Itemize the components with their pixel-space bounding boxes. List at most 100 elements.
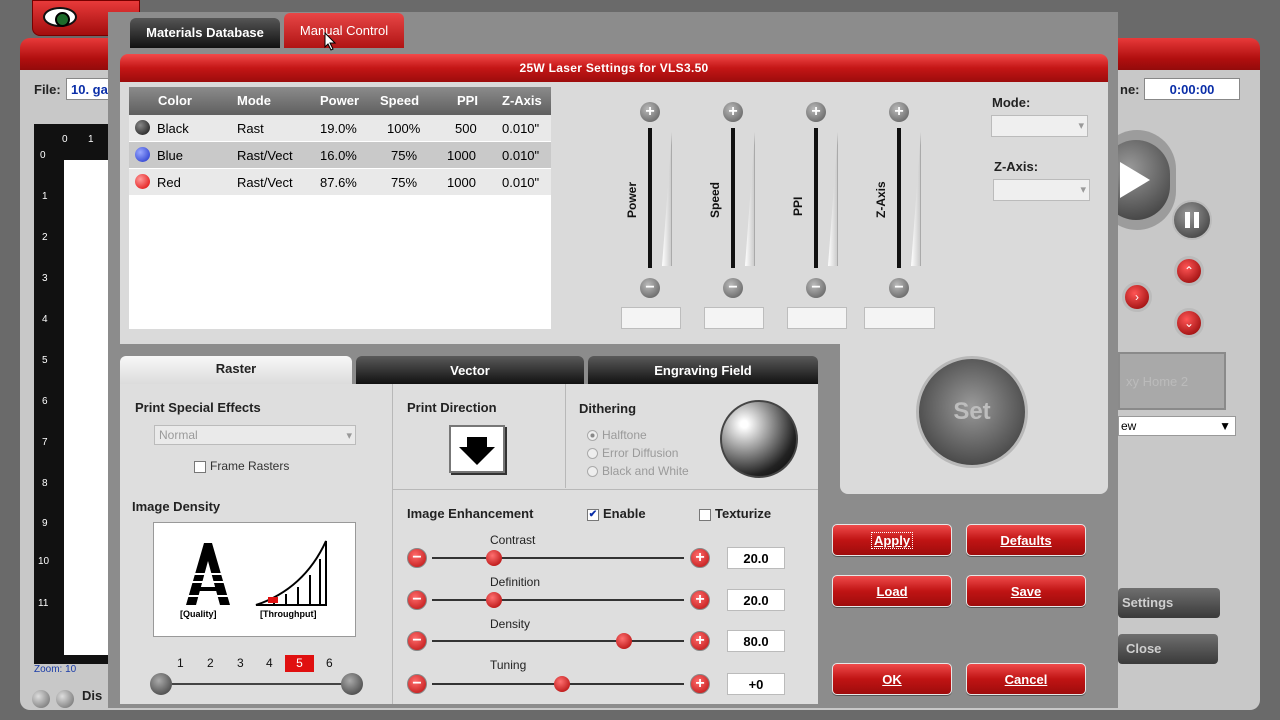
enable-option[interactable]: ✔ Enable	[587, 506, 646, 521]
zaxis-select[interactable]	[993, 179, 1090, 201]
texturize-checkbox[interactable]	[699, 508, 711, 521]
texturize-option[interactable]: Texturize	[699, 506, 771, 521]
special-effects-select[interactable]: Normal	[154, 425, 356, 445]
print-special-effects-title: Print Special Effects	[135, 400, 261, 415]
ok-button[interactable]: OK	[832, 663, 952, 695]
density-level[interactable]: 2	[207, 656, 214, 670]
black-and-white-option[interactable]: Black and White	[587, 464, 689, 478]
tab-engraving-field[interactable]: Engraving Field	[588, 356, 818, 384]
error-diffusion-radio[interactable]	[587, 448, 598, 460]
halftone-option[interactable]: Halftone	[587, 428, 647, 442]
arrow-down-button[interactable]: ⌄	[1174, 308, 1204, 338]
zaxis-slider[interactable]	[897, 128, 901, 268]
row-ppi: 1000	[447, 148, 476, 163]
ppi-increase-button[interactable]: +	[806, 102, 826, 122]
density-increase-button[interactable]: +	[690, 631, 710, 651]
ppi-slider[interactable]	[814, 128, 818, 268]
cancel-button[interactable]: Cancel	[966, 663, 1086, 695]
close-button[interactable]: Close	[1118, 634, 1218, 664]
speed-decrease-button[interactable]: −	[723, 278, 743, 298]
contrast-slider[interactable]	[432, 557, 684, 559]
definition-decrease-button[interactable]: −	[407, 590, 427, 610]
dither-preview-sphere	[720, 400, 798, 478]
tab-materials-database[interactable]: Materials Database	[130, 18, 280, 48]
tab-vector[interactable]: Vector	[356, 356, 584, 384]
zaxis-decrease-button[interactable]: −	[889, 278, 909, 298]
frame-rasters-option[interactable]: Frame Rasters	[194, 459, 289, 473]
display-option-icon[interactable]	[56, 690, 74, 708]
set-button[interactable]: Set	[916, 356, 1028, 468]
tuning-slider-knob[interactable]	[554, 676, 570, 692]
ppi-decrease-button[interactable]: −	[806, 278, 826, 298]
arrow-right-button[interactable]: ›	[1122, 282, 1152, 312]
density-level[interactable]: 4	[266, 656, 273, 670]
home-buttons-group[interactable]: xy Home 2	[1118, 352, 1226, 410]
ppi-value-field[interactable]	[787, 307, 847, 329]
density-decrease-button[interactable]: −	[407, 631, 427, 651]
pause-icon	[1185, 212, 1199, 228]
black-and-white-radio[interactable]	[587, 466, 598, 478]
contrast-slider-knob[interactable]	[485, 550, 502, 566]
speed-value-field[interactable]	[704, 307, 764, 329]
view-select[interactable]: ew ▼	[1118, 416, 1236, 436]
density-level[interactable]: 6	[326, 656, 333, 670]
zaxis-increase-button[interactable]: +	[889, 102, 909, 122]
contrast-decrease-button[interactable]: −	[407, 548, 427, 568]
zoom-label: Zoom: 10	[34, 664, 77, 675]
definition-value-field[interactable]: 20.0	[727, 589, 785, 611]
plus-icon: +	[645, 103, 655, 120]
contrast-increase-button[interactable]: +	[690, 548, 710, 568]
density-enhancement-slider[interactable]	[432, 640, 684, 642]
display-option-icon[interactable]	[32, 690, 50, 708]
tab-raster[interactable]: Raster	[120, 356, 352, 384]
row-ppi: 1000	[447, 175, 476, 190]
power-slider[interactable]	[648, 128, 652, 268]
tuning-value-field[interactable]: +0	[727, 673, 785, 695]
error-diffusion-label: Error Diffusion	[602, 446, 679, 460]
contrast-value-field[interactable]: 20.0	[727, 547, 785, 569]
settings-button[interactable]: Settings	[1118, 588, 1220, 618]
tuning-increase-button[interactable]: +	[690, 674, 710, 694]
plus-icon: +	[695, 549, 705, 566]
power-increase-button[interactable]: +	[640, 102, 660, 122]
table-row[interactable]: Red Rast/Vect 87.6% 75% 1000 0.010"	[129, 169, 551, 195]
row-mode: Rast	[237, 121, 264, 136]
density-level[interactable]: 1	[177, 656, 184, 670]
table-row[interactable]: Blue Rast/Vect 16.0% 75% 1000 0.010"	[129, 142, 551, 168]
density-min-knob[interactable]	[150, 673, 172, 695]
pause-button[interactable]	[1172, 200, 1212, 240]
density-max-knob[interactable]	[341, 673, 363, 695]
definition-slider[interactable]	[432, 599, 684, 601]
table-row[interactable]: Black Rast 19.0% 100% 500 0.010"	[129, 115, 551, 141]
save-button[interactable]: Save	[966, 575, 1086, 607]
eye-icon	[43, 7, 77, 27]
density-level-selected[interactable]: 5	[285, 655, 314, 672]
tuning-decrease-button[interactable]: −	[407, 674, 427, 694]
speed-increase-button[interactable]: +	[723, 102, 743, 122]
definition-slider-knob[interactable]	[485, 592, 502, 608]
density-slider[interactable]	[172, 683, 342, 685]
enable-checkbox[interactable]: ✔	[587, 508, 599, 521]
arrow-up-button[interactable]: ⌃	[1174, 256, 1204, 286]
materials-table-header: Color Mode Power Speed PPI Z-Axis	[129, 87, 551, 115]
density-value-field[interactable]: 80.0	[727, 630, 785, 652]
home-buttons-label: xy Home 2	[1126, 374, 1189, 389]
definition-increase-button[interactable]: +	[690, 590, 710, 610]
zaxis-value-field[interactable]	[864, 307, 935, 329]
chevron-down-icon: ⌄	[1183, 316, 1195, 330]
load-button[interactable]: Load	[832, 575, 952, 607]
print-direction-button[interactable]	[449, 425, 505, 473]
density-level[interactable]: 3	[237, 656, 244, 670]
speed-slider[interactable]	[731, 128, 735, 268]
mode-select[interactable]	[991, 115, 1088, 137]
frame-rasters-checkbox[interactable]	[194, 460, 206, 473]
apply-button[interactable]: Apply	[832, 524, 952, 556]
tab-manual-control[interactable]: Manual Control	[284, 13, 404, 48]
ruler-top-label: 1	[88, 134, 94, 145]
power-value-field[interactable]	[621, 307, 681, 329]
power-decrease-button[interactable]: −	[640, 278, 660, 298]
defaults-button[interactable]: Defaults	[966, 524, 1086, 556]
error-diffusion-option[interactable]: Error Diffusion	[587, 446, 678, 460]
halftone-radio[interactable]	[587, 430, 598, 442]
zaxis-slider-label: Z-Axis	[874, 181, 888, 218]
